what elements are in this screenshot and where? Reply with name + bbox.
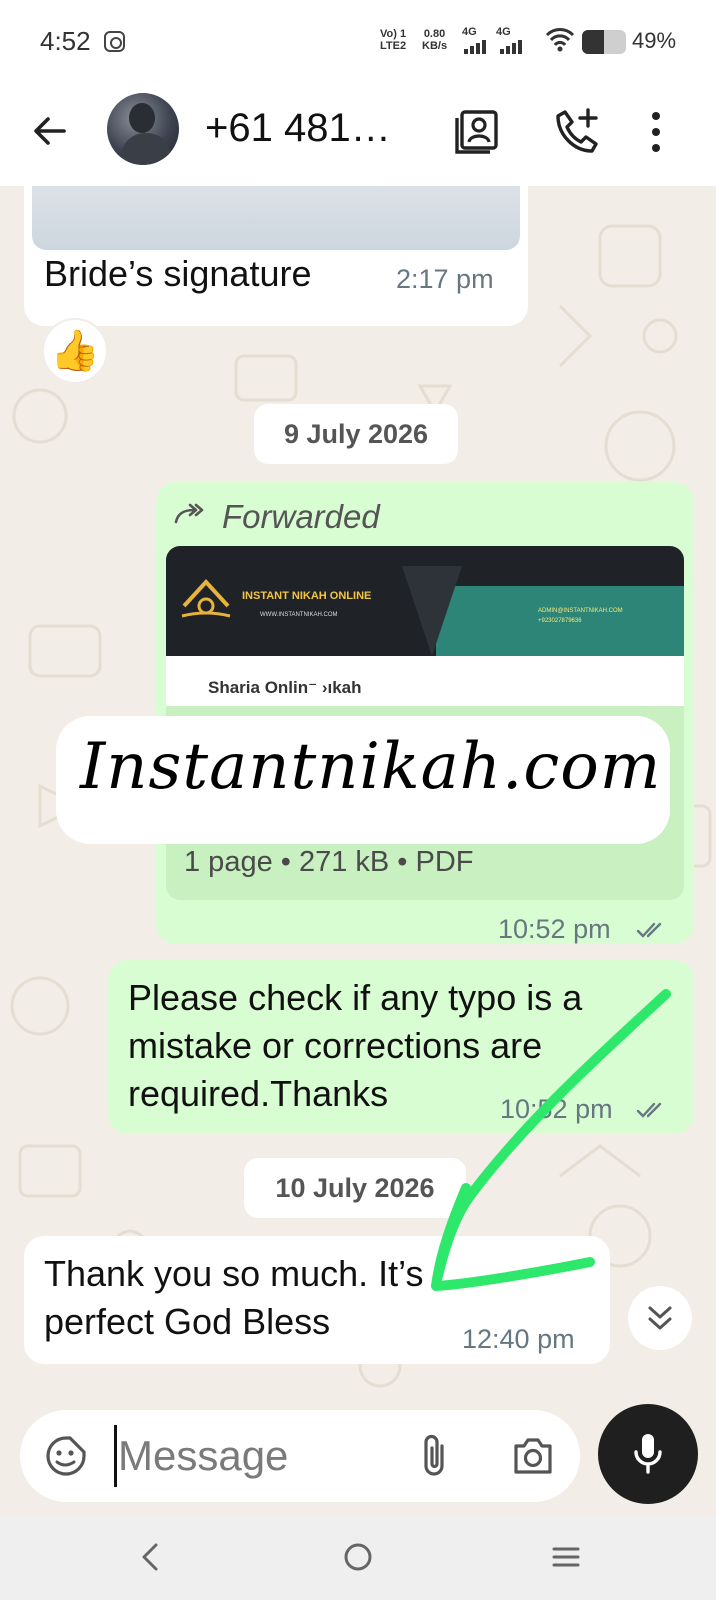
paperclip-icon[interactable]: [414, 1432, 454, 1480]
network-type-1: 4G: [462, 26, 477, 38]
avatar[interactable]: [107, 93, 179, 165]
text-cursor: [114, 1425, 117, 1487]
nav-back-icon[interactable]: [130, 1537, 170, 1577]
scroll-to-bottom-button[interactable]: [628, 1286, 692, 1350]
nav-home-icon[interactable]: [338, 1537, 378, 1577]
arrow-left-icon[interactable]: [28, 109, 72, 153]
sticker-emoji-icon[interactable]: [44, 1434, 88, 1478]
signal-strength-1-icon: [464, 38, 490, 54]
phone-plus-icon[interactable]: [550, 106, 602, 158]
status-bar: 4:52 Vo) 1 LTE2 0.80 KB/s 4G 4G 49%: [0, 0, 716, 84]
signal-strength-2-icon: [500, 38, 526, 54]
system-navigation-bar: [0, 1515, 716, 1600]
microphone-button[interactable]: [598, 1404, 698, 1504]
network-type-2: 4G: [496, 26, 511, 38]
battery-percent: 49%: [632, 28, 677, 53]
wifi-icon: [545, 28, 575, 52]
battery-icon: [582, 30, 626, 54]
contact-name[interactable]: +61 481…: [205, 106, 391, 151]
network-speed: 0.80 KB/s: [422, 28, 447, 52]
instagram-notification-icon: [104, 31, 125, 52]
volte-indicator: Vo) 1 LTE2: [380, 28, 406, 52]
camera-icon[interactable]: [510, 1434, 556, 1478]
battery-level-fill: [582, 30, 604, 54]
nav-recents-icon[interactable]: [546, 1537, 586, 1577]
more-vertical-icon[interactable]: [640, 106, 692, 158]
contact-card-icon[interactable]: [452, 106, 504, 158]
microphone-icon: [634, 1434, 662, 1474]
network-speed-value: 0.80: [423, 28, 446, 40]
volte-label: Vo) 1: [380, 28, 407, 40]
chat-area[interactable]: Bride’s signature 2:17 pm 👍 9 July 2026 …: [0, 186, 716, 1400]
lte-label: LTE2: [380, 40, 407, 52]
status-time: 4:52: [40, 26, 91, 56]
chat-header: +61 481…: [0, 84, 716, 186]
message-input[interactable]: [118, 1428, 388, 1484]
annotation-arrow: [431, 989, 671, 1291]
network-speed-unit: KB/s: [422, 40, 448, 52]
double-chevron-down-icon: [648, 1306, 672, 1330]
